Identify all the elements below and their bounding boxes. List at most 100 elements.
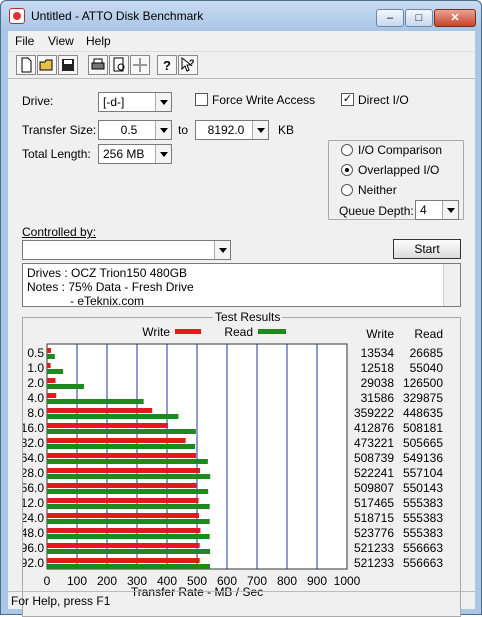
help-icon[interactable]: ? xyxy=(157,55,177,75)
drive-select[interactable]: [-d-] xyxy=(98,92,172,112)
results-chart: 0.51.02.04.08.016.032.064.0128.0256.0512… xyxy=(23,325,443,599)
read-value-label: 556663 xyxy=(403,556,443,570)
context-help-icon[interactable]: ? xyxy=(178,55,198,75)
chevron-down-icon[interactable] xyxy=(155,121,171,139)
x-tick-label: 900 xyxy=(307,574,327,588)
queue-depth-select[interactable]: 4 xyxy=(415,200,459,220)
force-write-label: Force Write Access xyxy=(212,93,316,107)
write-bar xyxy=(47,468,201,473)
close-button[interactable]: ✕ xyxy=(434,9,476,27)
chevron-down-icon[interactable] xyxy=(155,93,171,111)
read-value-label: 555383 xyxy=(403,496,443,510)
x-tick-label: 800 xyxy=(277,574,297,588)
window-title: Untitled - ATTO Disk Benchmark xyxy=(31,9,204,23)
write-bar xyxy=(47,423,168,428)
write-value-label: 473221 xyxy=(354,436,394,450)
minimize-button[interactable]: – xyxy=(376,9,404,27)
force-write-checkbox[interactable] xyxy=(195,93,208,106)
write-bar xyxy=(47,483,197,488)
write-value-label: 31586 xyxy=(361,391,395,405)
controlled-by-label: Controlled by: xyxy=(22,225,97,239)
chevron-down-icon[interactable] xyxy=(214,241,230,259)
io-comparison-label: I/O Comparison xyxy=(358,143,443,157)
write-bar xyxy=(47,543,200,548)
print-preview-icon[interactable] xyxy=(109,55,129,75)
x-tick-label: 1000 xyxy=(334,574,361,588)
transfer-unit-label: KB xyxy=(278,123,295,137)
x-tick-label: 100 xyxy=(67,574,87,588)
y-tick-label: 8.0 xyxy=(27,406,44,420)
chevron-down-icon[interactable] xyxy=(155,145,171,163)
menu-view[interactable]: View xyxy=(48,34,74,48)
legend-read-swatch xyxy=(258,329,286,334)
controlled-by-select[interactable] xyxy=(22,240,231,260)
read-bar xyxy=(47,459,208,464)
menu-file[interactable]: File xyxy=(15,34,34,48)
toolbar: ? ? xyxy=(8,51,475,79)
move-icon xyxy=(133,58,147,72)
read-bar xyxy=(47,369,64,374)
chevron-down-icon[interactable] xyxy=(442,201,458,219)
save-icon[interactable] xyxy=(58,55,78,75)
total-length-select[interactable]: 256 MB xyxy=(98,144,172,164)
read-value-label: 550143 xyxy=(403,481,443,495)
start-button[interactable]: Start xyxy=(393,239,461,259)
app-window: Untitled - ATTO Disk Benchmark – □ ✕ Fil… xyxy=(0,0,482,617)
transfer-from-value: 0.5 xyxy=(120,123,138,137)
notes-scrollbar[interactable] xyxy=(443,264,460,306)
drive-label: Drive: xyxy=(22,94,54,108)
notes-line-notes: Notes : 75% Data - Fresh Drive xyxy=(27,280,194,294)
chevron-down-icon[interactable] xyxy=(252,121,268,139)
drive-value: [-d-] xyxy=(103,95,125,109)
neither-label: Neither xyxy=(358,183,397,197)
radio-io-comparison[interactable] xyxy=(341,144,353,156)
queue-depth-value: 4 xyxy=(420,203,427,217)
title-bar[interactable]: Untitled - ATTO Disk Benchmark – □ ✕ xyxy=(1,1,481,31)
open-icon[interactable] xyxy=(37,55,57,75)
write-bar xyxy=(47,363,51,368)
y-tick-label: 16.0 xyxy=(23,421,44,435)
read-bar xyxy=(47,399,144,404)
read-bar xyxy=(47,564,211,569)
write-bar xyxy=(47,558,200,563)
y-tick-label: 4.0 xyxy=(27,391,44,405)
radio-overlapped-io[interactable] xyxy=(341,164,353,176)
print-icon[interactable] xyxy=(88,55,108,75)
notes-textarea[interactable]: Drives : OCZ Trion150 480GB Notes : 75% … xyxy=(22,263,461,308)
transfer-to-select[interactable]: 8192.0 xyxy=(195,120,269,140)
maximize-button[interactable]: □ xyxy=(405,9,433,27)
write-value-label: 508739 xyxy=(354,451,394,465)
read-bar xyxy=(47,489,209,494)
transfer-size-label: Transfer Size: xyxy=(22,123,97,137)
x-tick-label: 200 xyxy=(97,574,117,588)
y-tick-label: 32.0 xyxy=(23,436,44,450)
read-value-label: 126500 xyxy=(403,376,443,390)
read-value-label: 549136 xyxy=(403,451,443,465)
read-value-label: 555383 xyxy=(403,511,443,525)
test-results-group: Test Results 0.5 1.0 2.0 4.0 8.0 16.0 32.0 64.0… xyxy=(22,310,461,617)
atto-app-icon xyxy=(9,8,25,24)
new-icon[interactable] xyxy=(16,55,36,75)
status-text: For Help, press F1 xyxy=(11,594,111,608)
write-bar xyxy=(47,393,57,398)
open-icon xyxy=(39,59,53,71)
direct-io-checkbox[interactable]: ✓ xyxy=(341,93,354,106)
total-length-label: Total Length: xyxy=(22,147,91,161)
write-value-label: 521233 xyxy=(354,556,394,570)
write-value-label: 522241 xyxy=(354,466,394,480)
queue-depth-label: Queue Depth: xyxy=(339,204,414,218)
total-length-value: 256 MB xyxy=(103,147,145,161)
read-bar xyxy=(47,549,211,554)
read-value-label: 448635 xyxy=(403,406,443,420)
write-value-label: 13534 xyxy=(361,346,395,360)
print-icon xyxy=(91,58,105,70)
write-bar xyxy=(47,408,153,413)
menu-help[interactable]: Help xyxy=(86,34,111,48)
read-bar xyxy=(47,354,55,359)
transfer-from-select[interactable]: 0.5 xyxy=(98,120,172,140)
write-value-label: 509807 xyxy=(354,481,394,495)
move-icon[interactable] xyxy=(130,55,150,75)
write-value-label: 523776 xyxy=(354,526,394,540)
write-bar xyxy=(47,498,199,503)
radio-neither[interactable] xyxy=(341,184,353,196)
